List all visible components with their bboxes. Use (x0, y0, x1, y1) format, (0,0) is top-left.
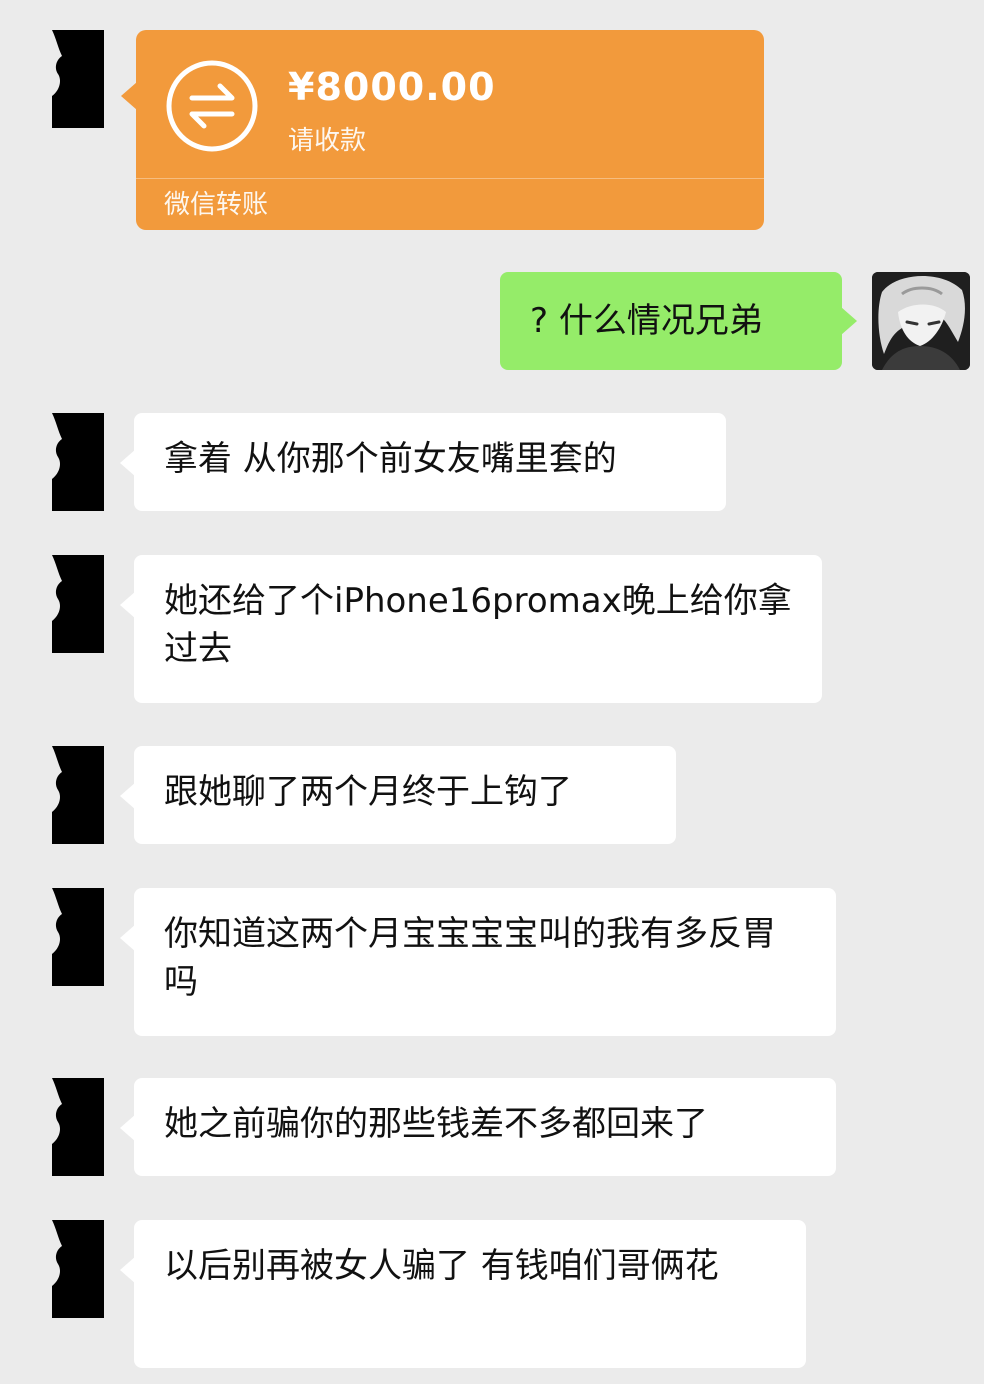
outgoing-message[interactable]: ? 什么情况兄弟 (500, 272, 857, 370)
contact-avatar[interactable] (48, 746, 104, 844)
contact-avatar[interactable] (48, 30, 104, 128)
contact-avatar[interactable] (48, 1078, 104, 1176)
silhouette-icon (52, 413, 104, 511)
contact-avatar[interactable] (48, 1220, 104, 1318)
silhouette-icon (52, 30, 104, 128)
message-bubble[interactable]: 你知道这两个月宝宝宝宝叫的我有多反胃吗 (120, 888, 836, 1036)
contact-avatar[interactable] (48, 888, 104, 986)
chat-view: ¥8000.00 请收款 微信转账 ? 什么情况兄弟 拿着 从你那个前女友嘴里套… (0, 0, 984, 1384)
silhouette-icon (52, 555, 104, 653)
contact-avatar[interactable] (48, 555, 104, 653)
silhouette-icon (52, 746, 104, 844)
transfer-amount: ¥8000.00 (288, 65, 496, 109)
anime-avatar-icon (872, 272, 970, 370)
message-bubble[interactable]: 她还给了个iPhone16promax晚上给你拿过去 (120, 555, 822, 703)
transfer-source-label: 微信转账 (164, 190, 269, 220)
divider (136, 178, 764, 179)
message-bubble[interactable]: 她之前骗你的那些钱差不多都回来了 (120, 1078, 836, 1176)
my-avatar[interactable] (872, 272, 970, 370)
silhouette-icon (52, 1078, 104, 1176)
message-bubble[interactable]: 以后别再被女人骗了 有钱咱们哥俩花 (120, 1220, 806, 1368)
transfer-arrows-icon (166, 60, 258, 152)
silhouette-icon (52, 888, 104, 986)
message-bubble[interactable]: 拿着 从你那个前女友嘴里套的 (120, 413, 726, 511)
contact-avatar[interactable] (48, 413, 104, 511)
transfer-status: 请收款 (288, 126, 367, 156)
silhouette-icon (52, 1220, 104, 1318)
transfer-card[interactable]: ¥8000.00 请收款 微信转账 (121, 30, 764, 230)
message-bubble[interactable]: 跟她聊了两个月终于上钩了 (120, 746, 676, 844)
